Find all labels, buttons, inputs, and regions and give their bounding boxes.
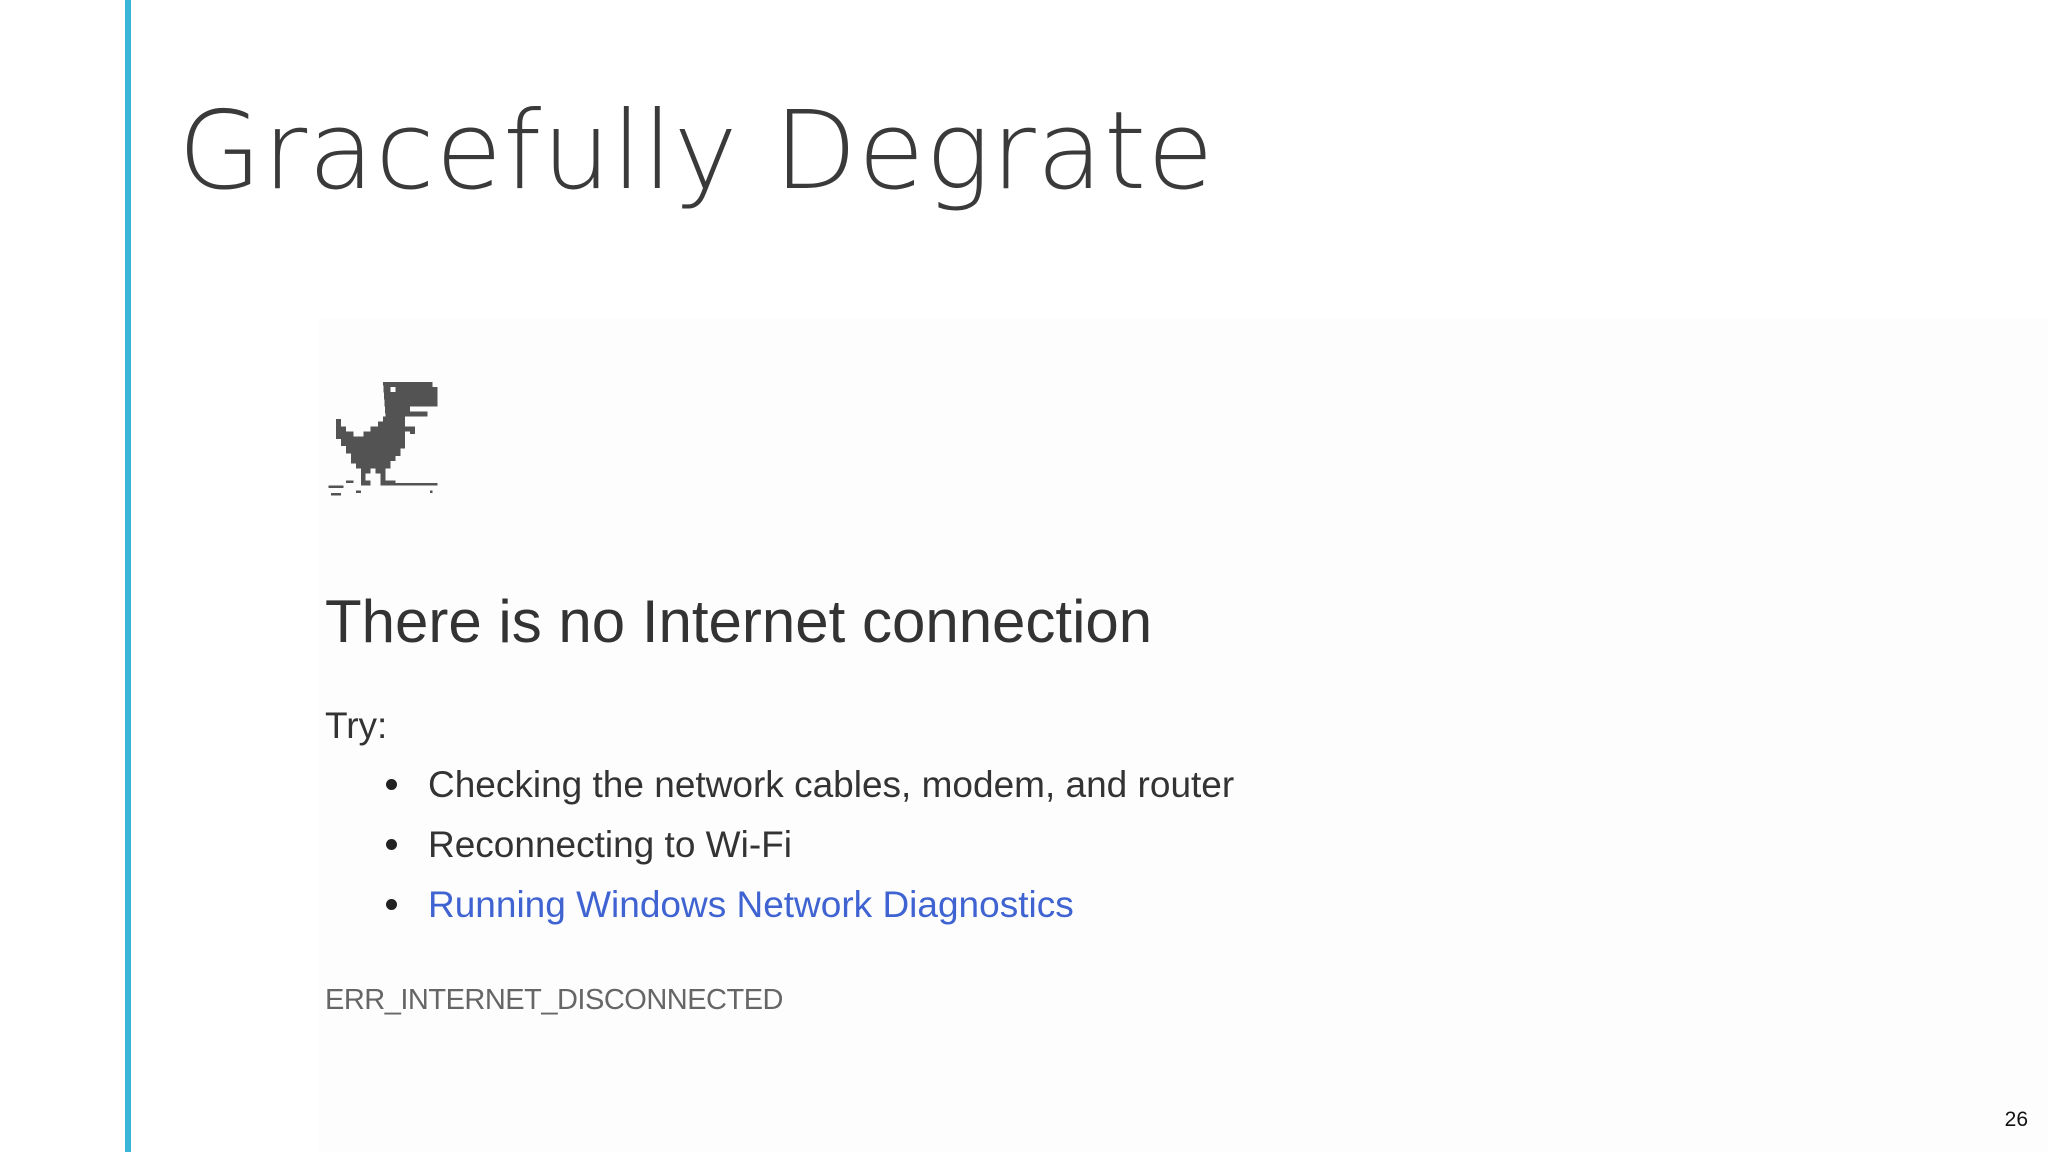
slide-title: Gracefully Degrate	[178, 89, 1215, 214]
error-code: ERR_INTERNET_DISCONNECTED	[325, 984, 784, 1016]
error-title: There is no Internet connection	[325, 588, 1153, 655]
suggestion-item-network-diagnostics: Running Windows Network Diagnostics	[384, 882, 1234, 942]
error-page-screenshot	[318, 318, 2048, 1152]
try-label: Try:	[325, 705, 388, 746]
suggestion-text: Checking the network cables, modem, and …	[428, 764, 1235, 805]
bullet-icon	[386, 779, 397, 790]
suggestion-text: Reconnecting to Wi-Fi	[428, 824, 792, 865]
slide: Gracefully Degrate There is no Internet …	[0, 0, 2048, 1152]
accent-bar	[125, 0, 131, 1152]
network-diagnostics-link[interactable]: Running Windows Network Diagnostics	[428, 884, 1074, 925]
suggestion-item-reconnect-wifi: Reconnecting to Wi-Fi	[384, 822, 1234, 882]
page-number: 26	[2004, 1108, 2028, 1131]
bullet-icon	[386, 839, 397, 850]
bullet-icon	[386, 899, 397, 910]
dinosaur-icon	[328, 382, 438, 496]
suggestion-item-check-cables: Checking the network cables, modem, and …	[384, 762, 1234, 822]
suggestion-list: Checking the network cables, modem, and …	[384, 762, 1234, 942]
